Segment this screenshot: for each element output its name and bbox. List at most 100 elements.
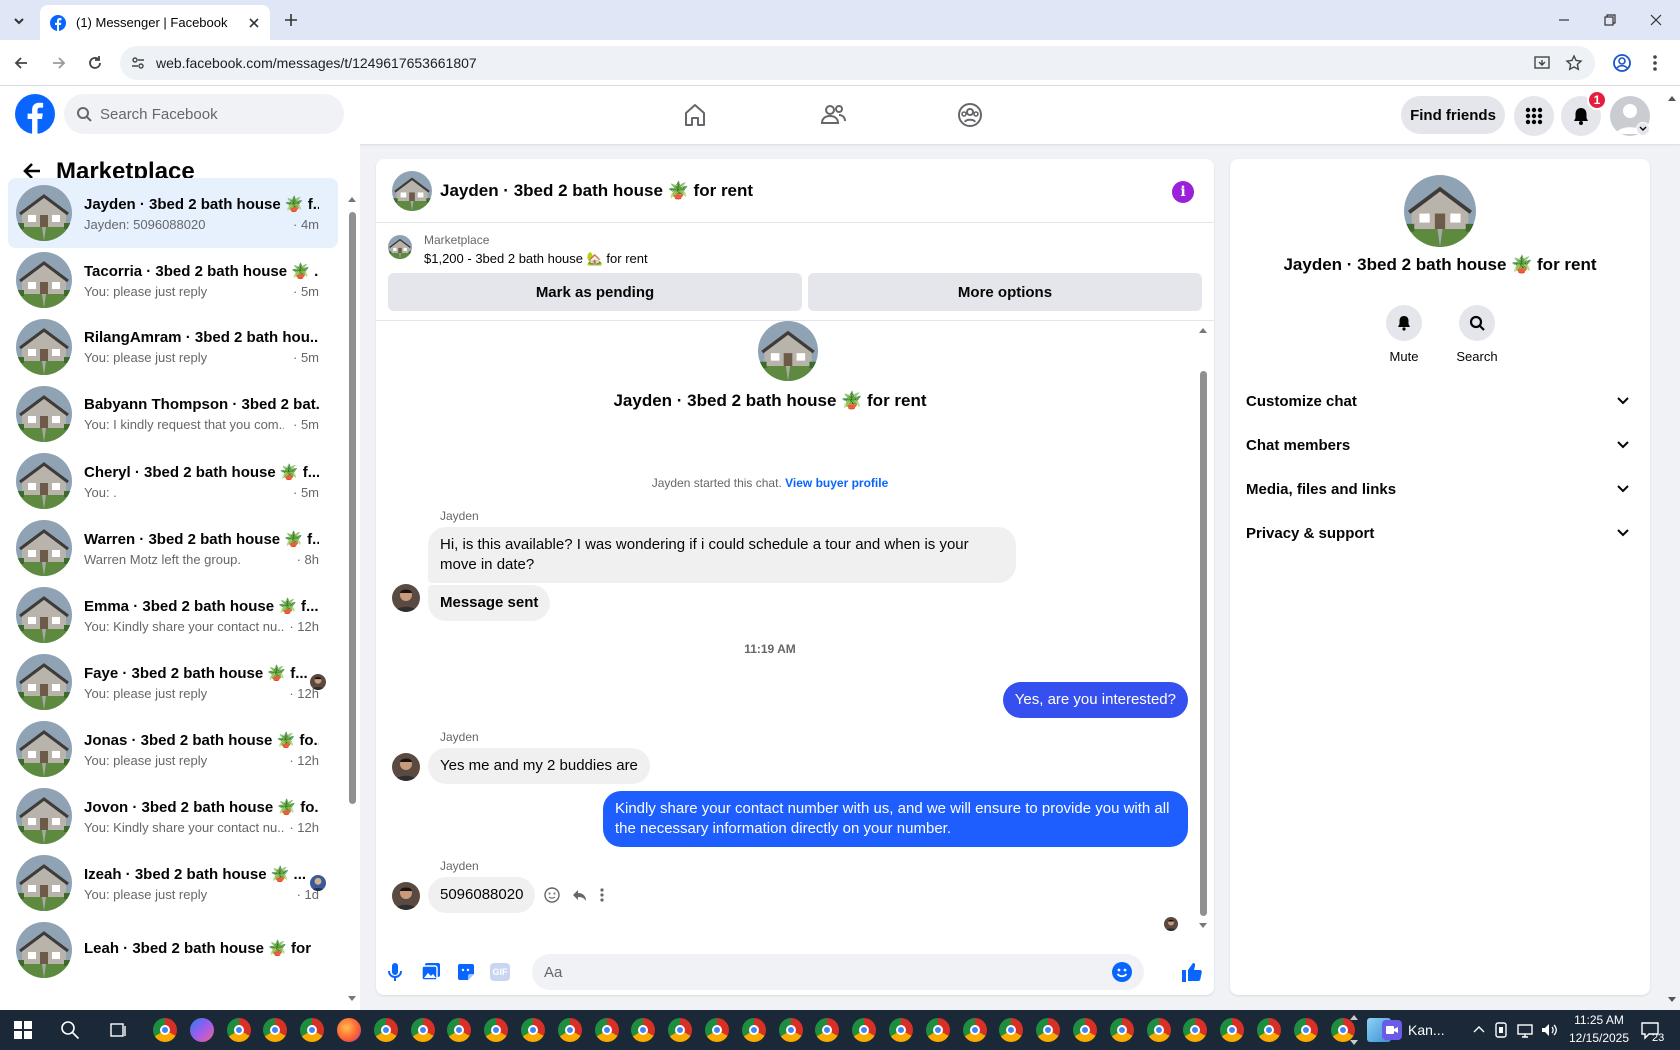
profile-icon[interactable] [1612, 53, 1632, 73]
chrome-taskbar-icon[interactable] [741, 1018, 766, 1042]
volume-icon[interactable] [1540, 1021, 1558, 1039]
listing-thumbnail[interactable] [388, 235, 412, 259]
conversation-item[interactable]: RilangAmram · 3bed 2 bath hou... You: ple… [8, 312, 338, 382]
chrome-taskbar-icon[interactable] [1183, 1018, 1208, 1042]
chrome-taskbar-icon[interactable] [1036, 1018, 1061, 1042]
chat-members-section[interactable]: Chat members [1246, 425, 1630, 465]
customize-chat-section[interactable]: Customize chat [1246, 381, 1630, 421]
chrome-taskbar-icon[interactable] [1146, 1018, 1171, 1042]
chrome-taskbar-icon[interactable] [999, 1018, 1024, 1042]
chrome-taskbar-icon[interactable] [1330, 1018, 1355, 1042]
chrome-taskbar-icon[interactable] [373, 1018, 398, 1042]
copilot-taskbar-icon[interactable] [189, 1018, 214, 1042]
chrome-taskbar-icon[interactable] [263, 1018, 288, 1042]
reload-icon[interactable] [86, 54, 104, 72]
conversation-item[interactable]: Leah · 3bed 2 bath house 🪴 for [8, 915, 338, 985]
chrome-taskbar-icon[interactable] [447, 1018, 472, 1042]
chrome-taskbar-icon[interactable] [1257, 1018, 1281, 1042]
new-tab-icon[interactable] [282, 11, 300, 29]
outgoing-message[interactable]: Yes, are you interested? [1002, 682, 1188, 718]
minimize-icon[interactable] [1556, 12, 1572, 28]
page-scroll-up-icon[interactable] [1667, 94, 1677, 102]
mute-button[interactable]: Mute [1384, 305, 1424, 364]
clock[interactable]: 11:25 AM 12/15/2025 [1567, 1013, 1631, 1045]
chrome-taskbar-icon[interactable] [925, 1018, 950, 1042]
conversation-item[interactable]: Jovon · 3bed 2 bath house 🪴 fo... You: Ki… [8, 781, 338, 851]
conversation-item[interactable]: Cheryl · 3bed 2 bath house 🪴 f... You: . ·… [8, 446, 338, 516]
conversation-item[interactable]: Tacorria · 3bed 2 bath house 🪴 ... You: p… [8, 245, 338, 315]
install-app-icon[interactable] [1533, 54, 1551, 72]
close-tab-icon[interactable] [248, 17, 260, 29]
conversation-item[interactable]: Emma · 3bed 2 bath house 🪴 f... You: Kind… [8, 580, 338, 650]
browser-menu-icon[interactable] [1652, 53, 1658, 73]
chrome-taskbar-icon[interactable] [778, 1018, 803, 1042]
outgoing-message[interactable]: Kindly share your contact number with us… [603, 791, 1188, 847]
thread-scroll-up-icon[interactable] [1199, 327, 1207, 333]
taskbar-search-icon[interactable] [60, 1020, 80, 1040]
forward-icon[interactable] [50, 54, 68, 72]
chrome-taskbar-icon[interactable] [705, 1018, 729, 1042]
chrome-taskbar-icon[interactable] [1109, 1018, 1134, 1042]
chrome-taskbar-icon[interactable] [557, 1018, 582, 1042]
incoming-message[interactable]: Hi, is this available? I was wondering i… [428, 527, 1016, 583]
account-chevron-icon[interactable] [1636, 122, 1650, 136]
site-info-icon[interactable] [130, 55, 146, 71]
chrome-taskbar-icon[interactable] [521, 1018, 545, 1042]
task-view-icon[interactable] [110, 1021, 128, 1039]
sender-avatar[interactable] [392, 584, 420, 612]
conversation-item[interactable]: Warren · 3bed 2 bath house 🪴 f... Warren … [8, 513, 338, 583]
sticker-icon[interactable] [456, 962, 476, 982]
chrome-taskbar-icon[interactable] [815, 1018, 840, 1042]
taskbar-scroll-down-icon[interactable] [1350, 1040, 1358, 1046]
network-icon[interactable] [1516, 1021, 1534, 1039]
more-actions-icon[interactable] [600, 887, 604, 903]
facebook-logo-icon[interactable] [15, 94, 55, 134]
chrome-taskbar-icon[interactable] [300, 1018, 325, 1042]
photo-attach-icon[interactable] [421, 962, 441, 982]
taskbar-scroll-up-icon[interactable] [1350, 1014, 1358, 1020]
thread-scroll-down-icon[interactable] [1199, 923, 1207, 929]
restore-icon[interactable] [1602, 12, 1618, 28]
chrome-taskbar-icon[interactable] [153, 1018, 177, 1042]
browser-tab[interactable]: (1) Messenger | Facebook [40, 5, 270, 40]
chrome-taskbar-icon[interactable] [410, 1018, 435, 1042]
conversation-item[interactable]: Faye · 3bed 2 bath house 🪴 f... You: plea… [8, 647, 338, 717]
chrome-taskbar-icon[interactable] [1220, 1018, 1245, 1042]
microphone-icon[interactable] [386, 962, 404, 982]
info-icon[interactable]: i [1172, 181, 1194, 203]
more-options-button[interactable]: More options [808, 273, 1202, 311]
chrome-taskbar-icon[interactable] [668, 1018, 693, 1042]
view-buyer-profile-link[interactable]: View buyer profile [785, 476, 888, 490]
message-input[interactable]: Aa [532, 954, 1144, 990]
chrome-taskbar-icon[interactable] [631, 1018, 656, 1042]
chrome-taskbar-icon[interactable] [1293, 1018, 1318, 1042]
find-friends-button[interactable]: Find friends [1401, 96, 1505, 134]
url-field[interactable]: web.facebook.com/messages/t/124961765366… [120, 46, 1595, 80]
thread-scrollbar[interactable] [1200, 371, 1207, 916]
chrome-taskbar-icon[interactable] [889, 1018, 913, 1042]
listing-title[interactable]: $1,200 - 3bed 2 bath house 🏡 for rent [424, 251, 648, 267]
details-avatar[interactable] [1404, 175, 1476, 247]
chrome-taskbar-icon[interactable] [962, 1018, 987, 1042]
chat-avatar[interactable] [392, 170, 432, 211]
conversation-item[interactable]: Jonas · 3bed 2 bath house 🪴 fo... You: pl… [8, 714, 338, 784]
incoming-message[interactable]: 5096088020 [428, 877, 536, 913]
privacy-support-section[interactable]: Privacy & support [1246, 513, 1630, 553]
conversation-item[interactable]: Izeah · 3bed 2 bath house 🪴 ... You: plea… [8, 848, 338, 918]
back-icon[interactable] [12, 54, 30, 72]
chrome-taskbar-icon[interactable] [226, 1018, 251, 1042]
close-window-icon[interactable] [1648, 12, 1664, 28]
incoming-message[interactable]: Yes me and my 2 buddies are [428, 748, 650, 784]
chrome-taskbar-icon[interactable] [852, 1018, 877, 1042]
search-button[interactable]: Search [1452, 305, 1502, 364]
tab-list-chevron-icon[interactable] [8, 10, 30, 32]
emoji-icon[interactable] [1112, 962, 1132, 982]
mark-as-pending-button[interactable]: Mark as pending [388, 273, 802, 311]
windows-start-icon[interactable] [14, 1021, 32, 1039]
list-scroll-down-icon[interactable] [348, 996, 356, 1002]
page-scroll-down-icon[interactable] [1667, 996, 1677, 1004]
hidden-icons-chevron-icon[interactable] [1473, 1024, 1485, 1034]
menu-grid-icon[interactable] [1514, 96, 1554, 136]
home-nav-icon[interactable] [675, 96, 715, 134]
zoom-taskbar-app[interactable]: Kan... [1382, 1020, 1445, 1040]
